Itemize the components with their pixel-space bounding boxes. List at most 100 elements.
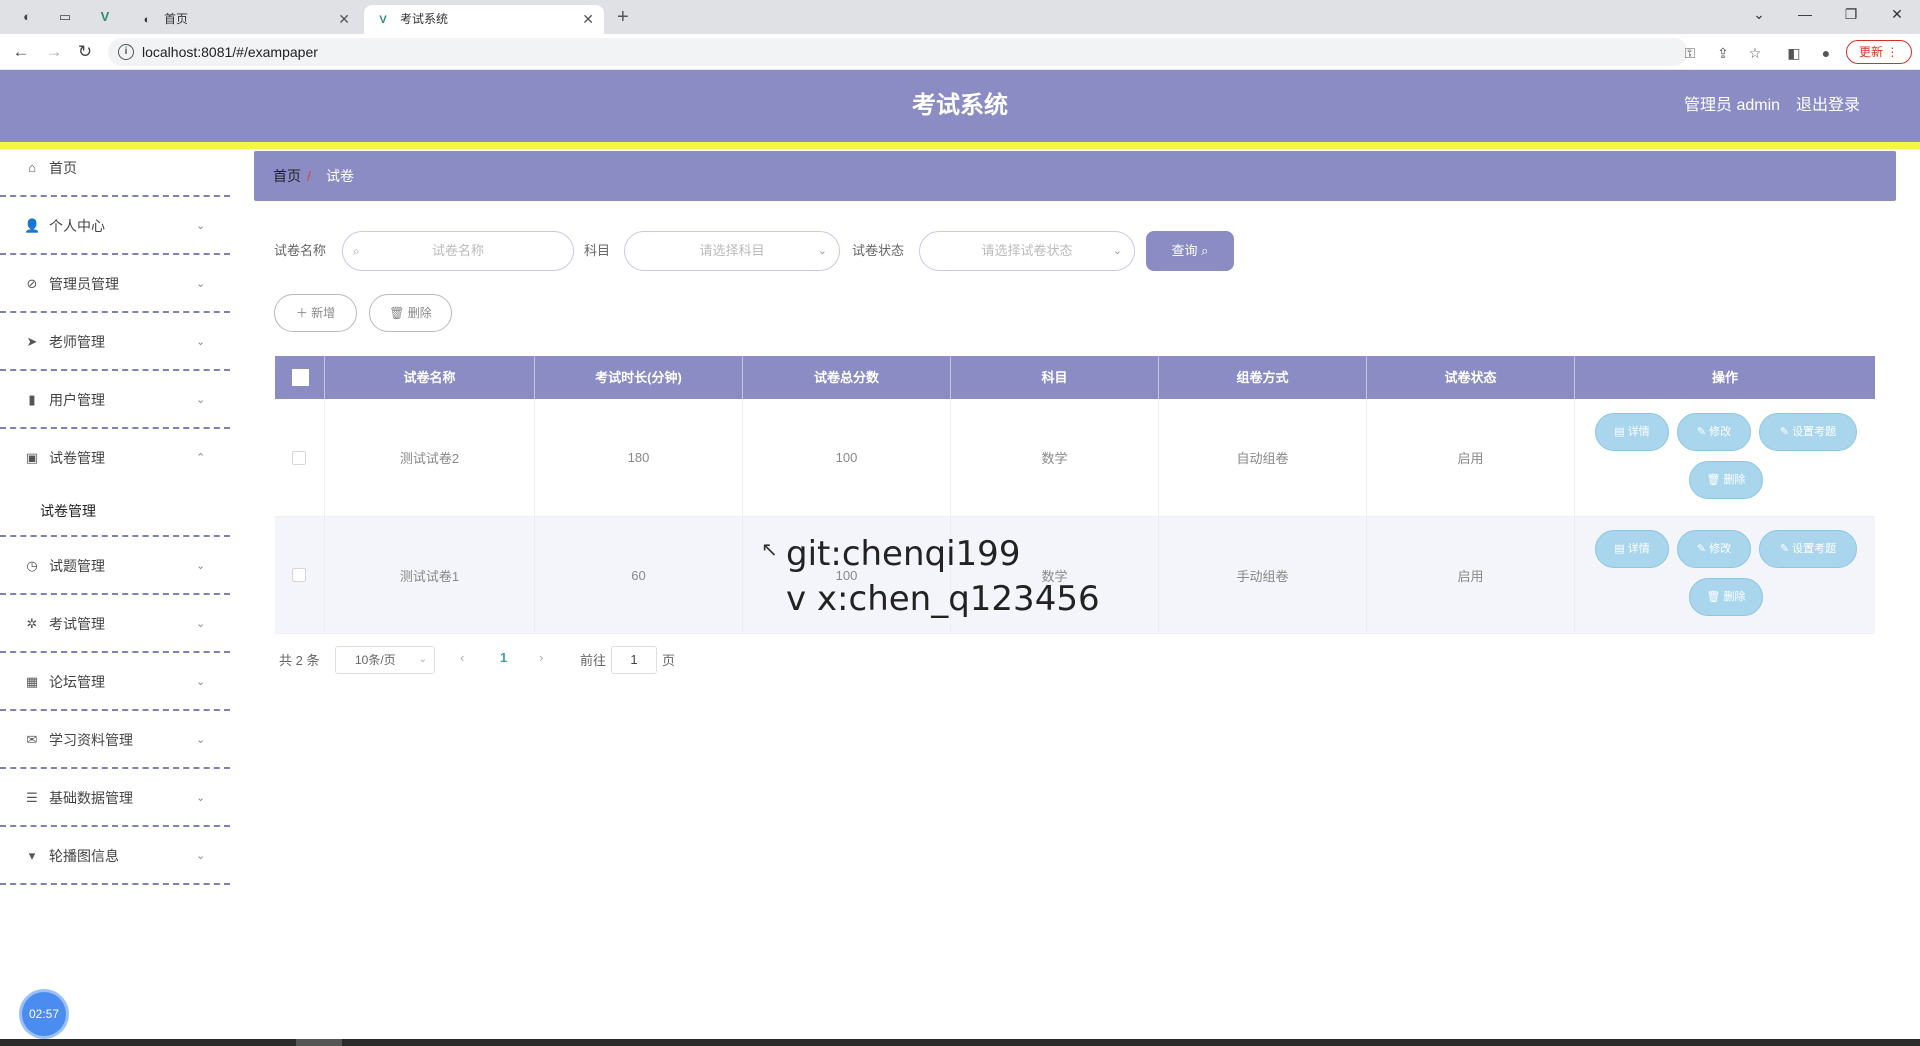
app-title: 考试系统 [912,92,1008,119]
key-icon[interactable]: ⚿ [1680,43,1700,63]
url-text[interactable]: localhost:8081/#/exampaper [142,38,318,66]
col-method: 组卷方式 [1159,356,1367,399]
select-all-cell [275,356,325,399]
aperture-icon: ✲ [26,616,38,631]
sidebar-item-users[interactable]: ▮ 用户管理 ⌄ [0,371,230,429]
sidebar-item-admin[interactable]: ⊘ 管理员管理 ⌄ [0,255,230,313]
cell-name: 测试试卷1 [325,517,535,633]
sidebar-item-label: 学习资料管理 [49,732,133,748]
cell-score: 100 [743,399,951,516]
prev-page-button[interactable]: ‹ [460,650,464,665]
sidebar-item-forum[interactable]: ▦ 论坛管理 ⌄ [0,653,230,711]
set-questions-button[interactable]: ✎ 设置考题 [1759,413,1857,451]
set-questions-button[interactable]: ✎ 设置考题 [1759,530,1857,568]
chevron-down-icon: ⌄ [418,654,427,665]
grid-icon: ▦ [25,674,39,689]
vue-logo-icon[interactable]: V [96,8,114,26]
select-all-checkbox[interactable] [292,369,309,386]
watermark-line: v x:chen_q123456 [786,579,1100,619]
breadcrumb-home[interactable]: 首页 [273,151,301,201]
sidebar-item-exams[interactable]: ✲ 考试管理 ⌄ [0,595,230,653]
chart-icon: ▮ [28,392,36,407]
page-size-select[interactable]: 10条/页 ⌄ [335,646,435,674]
tab-home[interactable]: ◐ 首页 ✕ [128,5,360,34]
profile-icon[interactable]: ● [1816,43,1836,63]
chevron-up-icon: ⌃ [196,452,206,464]
sidebar-item-materials[interactable]: ✉ 学习资料管理 ⌄ [0,711,230,769]
tab-close-icon[interactable]: ✕ [338,5,350,34]
edit-button[interactable]: ✎ 修改 [1677,413,1751,451]
side-panel-icon[interactable]: ◧ [1784,43,1804,63]
detail-button[interactable]: ▤ 详情 [1595,413,1669,451]
update-button[interactable]: 更新 ⋮ [1846,40,1912,64]
current-user: 管理员 admin [1684,97,1781,114]
row-select-cell [275,399,325,516]
share-icon[interactable]: ⇪ [1713,43,1733,63]
horizontal-scrollbar[interactable] [0,1039,1920,1046]
add-button[interactable]: ＋ 新增 [274,294,357,332]
star-icon[interactable]: ☆ [1745,43,1765,63]
globe-icon[interactable]: ◐ [18,8,36,26]
address-bar[interactable]: i localhost:8081/#/exampaper [108,38,1688,66]
goto-page-input[interactable]: 1 [611,646,657,674]
tab-exam-system[interactable]: V 考试系统 ✕ [364,5,604,34]
name-label: 试卷名称 [274,243,327,258]
sidebar-item-questions[interactable]: ◷ 试题管理 ⌄ [0,537,230,595]
restore-button[interactable]: ❐ [1836,4,1866,24]
sidebar-subitem-exampaper[interactable]: 试卷管理 [40,501,96,521]
query-button[interactable]: 查询 ⌕ [1146,231,1234,271]
clock-icon: ◷ [26,558,38,573]
chevron-down-icon: ⌄ [196,676,206,688]
sidebar-item-home[interactable]: ⌂ 首页 [0,149,230,197]
subject-select[interactable]: 请选择科目 ⌄ [624,231,840,271]
back-icon[interactable]: ← [10,41,32,63]
tab-close-icon[interactable]: ✕ [582,5,594,34]
next-page-button[interactable]: › [539,650,543,665]
current-page[interactable]: 1 [500,650,507,665]
table-row: 测试试卷2 180 100 数学 自动组卷 启用 ▤ 详情 ✎ 修改 ✎ 设置考… [275,399,1875,517]
sidebar-item-basic-data[interactable]: ☰ 基础数据管理 ⌄ [0,769,230,827]
user-icon: 👤 [24,218,41,233]
reload-icon[interactable]: ↻ [74,41,96,63]
detail-button[interactable]: ▤ 详情 [1595,530,1669,568]
tab-search-icon[interactable]: ⌄ [1744,4,1774,24]
chevron-down-icon: ⌄ [196,618,206,630]
edit-button[interactable]: ✎ 修改 [1677,530,1751,568]
forward-icon[interactable]: → [43,41,65,63]
sliders-icon: ☰ [26,790,38,805]
chevron-down-icon: ⌄ [196,336,206,348]
row-delete-button[interactable]: 🗑 删除 [1689,578,1763,616]
col-operations: 操作 [1711,370,1738,385]
row-checkbox[interactable] [292,450,306,465]
col-total-score: 试卷总分数 [743,356,951,399]
new-tab-button[interactable]: + [617,5,629,29]
scrollbar-thumb[interactable] [296,1039,342,1046]
sidebar-item-label: 试卷管理 [49,450,105,466]
close-window-button[interactable]: ✕ [1882,4,1912,24]
logout-link[interactable]: 退出登录 [1796,70,1860,142]
blank-tab-icon[interactable]: ▭ [56,8,74,26]
status-placeholder: 请选择试卷状态 [981,243,1073,258]
sidebar-item-label: 试题管理 [49,558,105,574]
sidebar-item-teacher[interactable]: ➤ 老师管理 ⌄ [0,313,230,371]
sidebar-item-label: 考试管理 [49,616,105,632]
sidebar-item-exampaper[interactable]: ▣ 试卷管理 ⌃ [0,429,230,537]
status-label: 试卷状态 [852,243,905,258]
header-accent-bar [0,142,1920,149]
cell-duration: 60 [535,517,743,633]
site-info-icon[interactable]: i [118,44,134,60]
name-search-input[interactable]: ⌕ 试卷名称 [342,231,574,271]
sidebar-item-personal-center[interactable]: 👤 个人中心 ⌄ [0,197,230,255]
pagination-total: 共 2 条 [279,653,320,668]
col-name: 试卷名称 [325,356,535,399]
delete-button[interactable]: 🗑 删除 [369,294,452,332]
sidebar-item-carousel[interactable]: ▾ 轮播图信息 ⌄ [0,827,230,885]
col-subject: 科目 [951,356,1159,399]
row-delete-button[interactable]: 🗑 删除 [1689,461,1763,499]
cell-duration: 180 [535,399,743,516]
brush-icon: ▾ [28,848,36,863]
status-select[interactable]: 请选择试卷状态 ⌄ [919,231,1135,271]
subject-label: 科目 [584,243,611,258]
minimize-button[interactable]: — [1790,4,1820,24]
row-checkbox[interactable] [292,568,306,582]
